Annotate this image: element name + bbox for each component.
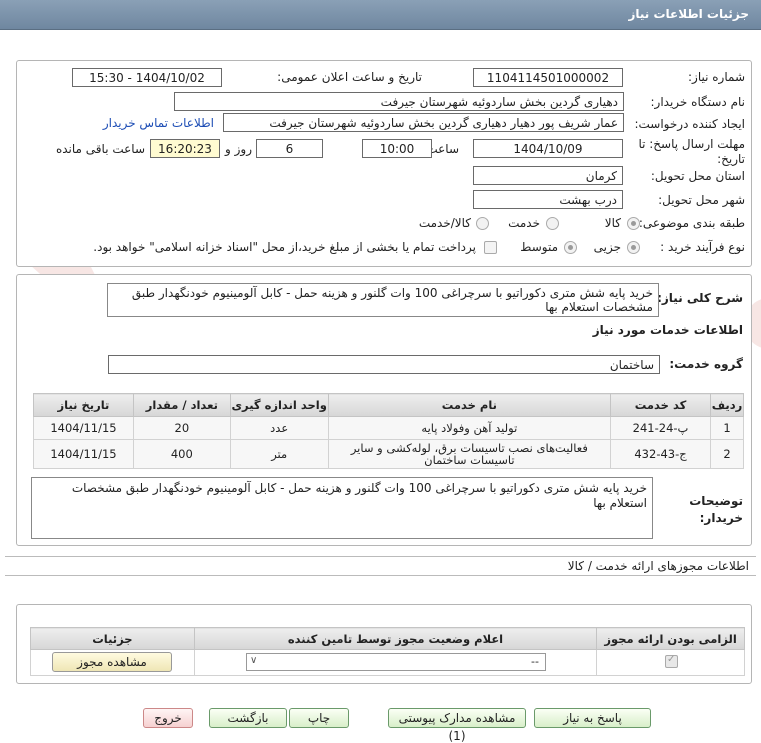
buyer-org-label: نام دستگاه خریدار: xyxy=(650,95,746,109)
col-code-header: کد خدمت xyxy=(610,393,711,417)
remaining-time-field: 16:20:23 xyxy=(150,139,220,158)
contact-buyer-link[interactable]: اطلاعات تماس خریدار xyxy=(103,116,214,130)
permit-status-header: اعلام وضعیت مجوز توسط تامین کننده xyxy=(193,627,598,650)
province-field: کرمان xyxy=(473,166,623,185)
announce-label: تاریخ و ساعت اعلان عمومی: xyxy=(277,70,422,84)
check-icon: ✓ xyxy=(667,654,676,665)
services-title: اطلاعات خدمات مورد نیاز xyxy=(592,323,743,337)
days-field: 6 xyxy=(256,139,323,158)
category-label: طبقه بندی موضوعی: xyxy=(638,216,745,230)
permit-details-header: جزئیات xyxy=(30,627,195,650)
row-name: فعالیت‌های نصب تاسیسات برق، لوله‌کشی و س… xyxy=(327,439,612,469)
service-group-label: گروه خدمت: xyxy=(669,357,743,371)
permit-required-header: الزامی بودن ارائه مجوز xyxy=(596,627,745,650)
creator-field: عمار شریف پور دهیار دهیاری گردین بخش سار… xyxy=(223,113,624,132)
view-permit-button[interactable]: مشاهده مجوز xyxy=(52,652,172,672)
table-row: 1404/11/15 20 عدد تولید آهن وفولاد پایه … xyxy=(33,416,745,440)
description-textarea[interactable]: خرید پایه شش متری دکوراتیو با سرچراغی 10… xyxy=(107,283,659,317)
process-medium-label: متوسط xyxy=(520,240,558,254)
row-date: 1404/11/15 xyxy=(33,416,134,440)
permits-title: اطلاعات مجوزهای ارائه خدمت / کالا xyxy=(567,559,749,573)
col-name-header: نام خدمت xyxy=(327,393,612,417)
page-header: جزئیات اطلاعات نیاز xyxy=(0,0,761,30)
row-qty: 400 xyxy=(132,439,231,469)
treasury-payment-checkbox[interactable] xyxy=(484,241,497,254)
buyer-org-field: دهیاری گردین بخش ساردوئیه شهرستان جیرفت xyxy=(174,92,624,111)
process-minor-label: جزیی xyxy=(593,240,621,254)
need-number-field: 1104114501000002 xyxy=(473,68,623,87)
col-index-header: ردیف xyxy=(709,393,745,417)
category-goods-service-label: کالا/خدمت xyxy=(418,216,471,230)
select-arrow-icon: ∨ xyxy=(250,655,258,666)
row-index: 2 xyxy=(709,439,745,469)
category-goods-service-radio[interactable] xyxy=(476,217,489,230)
remaining-label: ساعت باقی مانده xyxy=(55,142,145,156)
deadline-date-field: 1404/10/09 xyxy=(473,139,623,158)
exit-button[interactable]: خروج xyxy=(143,708,193,728)
row-code: ج-43-432 xyxy=(610,439,711,469)
category-service-radio[interactable] xyxy=(546,217,559,230)
process-label: نوع فرآیند خرید : xyxy=(660,240,745,254)
description-label: شرح کلی نیاز: xyxy=(657,291,743,305)
col-unit-header: واحد اندازه گیری xyxy=(229,393,329,417)
row-code: پ-24-241 xyxy=(610,416,711,440)
process-minor-radio[interactable] xyxy=(627,241,640,254)
row-qty: 20 xyxy=(132,416,231,440)
row-index: 1 xyxy=(709,416,745,440)
permit-required-checkbox: ✓ xyxy=(665,654,678,668)
reply-button[interactable]: پاسخ به نیاز xyxy=(534,708,651,728)
col-date-header: تاریخ نیاز xyxy=(33,393,134,417)
city-field: درب بهشت xyxy=(473,190,623,209)
services-table: تاریخ نیاز تعداد / مقدار واحد اندازه گیر… xyxy=(33,393,745,469)
page-title: جزئیات اطلاعات نیاز xyxy=(628,7,749,21)
announce-field: 1404/10/02 - 15:30 xyxy=(72,68,222,87)
process-medium-radio[interactable] xyxy=(564,241,577,254)
col-qty-header: تعداد / مقدار xyxy=(132,393,231,417)
print-button[interactable]: چاپ xyxy=(289,708,349,728)
back-button[interactable]: بازگشت xyxy=(209,708,287,728)
section-divider xyxy=(5,575,756,576)
permit-status-select[interactable]: ∨ -- xyxy=(246,653,546,671)
city-label: شهر محل تحویل: xyxy=(658,193,745,207)
service-group-field: ساختمان xyxy=(108,355,660,374)
province-label: استان محل تحویل: xyxy=(650,169,745,183)
row-unit: عدد xyxy=(229,416,329,440)
category-goods-label: کالا xyxy=(604,216,621,230)
row-name: تولید آهن وفولاد پایه xyxy=(327,416,612,440)
buyer-notes-label: توضیحات خریدار: xyxy=(689,494,743,525)
row-date: 1404/11/15 xyxy=(33,439,134,469)
treasury-payment-note: پرداخت تمام یا بخشی از مبلغ خرید،از محل … xyxy=(93,240,476,254)
category-service-label: خدمت xyxy=(508,216,540,230)
section-divider xyxy=(5,556,756,557)
attachments-button[interactable]: مشاهده مدارک پیوستی (1) xyxy=(388,708,526,743)
need-number-label: شماره نیاز: xyxy=(688,70,745,84)
days-label: روز و xyxy=(225,142,252,156)
category-goods-radio[interactable] xyxy=(627,217,640,230)
deadline-time-field: 10:00 xyxy=(362,139,432,158)
deadline-label: مهلت ارسال پاسخ: تا تاریخ: xyxy=(638,137,745,166)
row-unit: متر xyxy=(229,439,329,469)
permit-status-value: -- xyxy=(531,655,539,668)
table-row: 1404/11/15 400 متر فعالیت‌های نصب تاسیسا… xyxy=(33,439,745,469)
creator-label: ایجاد کننده درخواست: xyxy=(634,117,745,131)
buyer-notes-textarea[interactable]: خرید پایه شش متری دکوراتیو با سرچراغی 10… xyxy=(31,477,653,539)
